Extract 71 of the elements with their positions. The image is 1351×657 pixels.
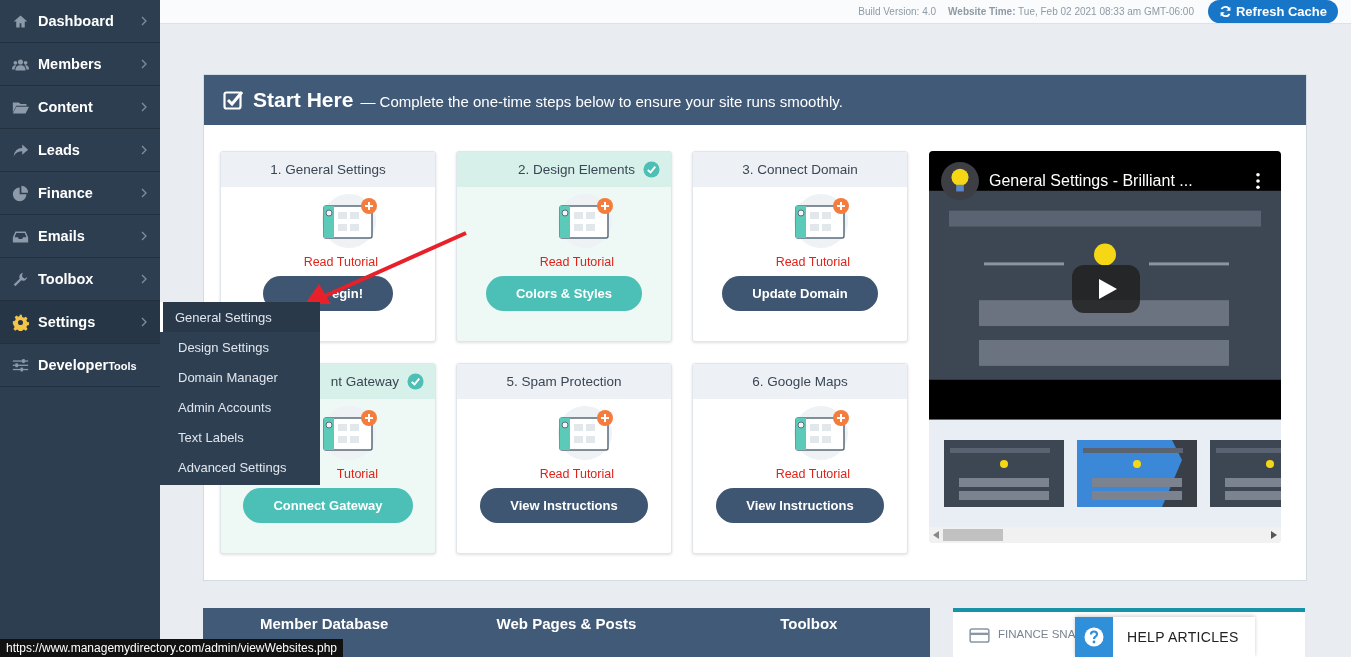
step-button[interactable]: Update Domain xyxy=(722,276,878,311)
refresh-icon xyxy=(1218,5,1232,18)
submenu-item[interactable]: Domain Manager xyxy=(160,362,320,392)
read-tutorial-link[interactable]: Tutorial xyxy=(336,467,378,481)
sidebar-item[interactable]: Members xyxy=(0,43,160,86)
play-icon[interactable] xyxy=(1072,265,1140,313)
check-circle-icon xyxy=(407,373,424,390)
sidebar-item[interactable]: Leads xyxy=(0,129,160,172)
read-tutorial-link[interactable]: Read Tutorial xyxy=(303,255,378,269)
step-title: 6. Google Maps xyxy=(752,374,848,389)
credit-card-icon xyxy=(969,628,990,643)
wrench-icon xyxy=(12,270,29,288)
submenu-item[interactable]: Design Settings xyxy=(160,332,320,362)
video-title[interactable]: General Settings - Brilliant ... xyxy=(989,172,1245,190)
help-icon xyxy=(1084,627,1104,647)
read-tutorial-link[interactable]: Read Tutorial xyxy=(775,255,850,269)
step-title: 2. Design Elements xyxy=(517,162,635,177)
scroll-thumb[interactable] xyxy=(943,529,1003,542)
sidebar-item[interactable]: Settings xyxy=(0,301,160,344)
sidebar-item[interactable]: Finance xyxy=(0,172,160,215)
illustration-drawing xyxy=(558,406,614,460)
submenu-item[interactable]: Advanced Settings xyxy=(160,452,320,482)
illustration-drawing xyxy=(322,406,378,460)
panel-subtitle: — Complete the one-time steps below to ensure your site runs smoothly. xyxy=(360,93,843,110)
read-tutorial-link[interactable]: Read Tutorial xyxy=(775,467,850,481)
help-articles-button[interactable]: HELP ARTICLES xyxy=(1075,617,1255,657)
chevron-icon xyxy=(140,58,148,70)
finance-title: FINANCE SNA xyxy=(998,628,1076,640)
read-tutorial-link[interactable]: Read Tutorial xyxy=(539,467,614,481)
refresh-cache-button[interactable]: Refresh Cache xyxy=(1207,0,1338,23)
scroll-right-icon[interactable] xyxy=(1271,531,1277,540)
panel-title: Start Here xyxy=(253,88,354,112)
illustration-drawing xyxy=(794,406,850,460)
chevron-icon xyxy=(140,144,148,156)
chevron-icon xyxy=(140,316,148,328)
chevron-icon xyxy=(140,273,148,285)
step-button[interactable]: View Instructions xyxy=(480,488,648,523)
chevron-icon xyxy=(140,187,148,199)
step-title: 3. Connect Domain xyxy=(742,162,858,177)
read-tutorial-link[interactable]: Read Tutorial xyxy=(539,255,614,269)
section-tab[interactable]: Web Pages & Posts xyxy=(445,608,688,633)
section-tab[interactable]: Member Database xyxy=(203,608,446,633)
submenu-item[interactable]: Text Labels xyxy=(160,422,320,452)
step-title: nt Gateway xyxy=(330,374,399,389)
step-button[interactable]: View Instructions xyxy=(716,488,884,523)
section-tab[interactable]: Toolbox xyxy=(687,608,930,633)
submenu-item[interactable]: General Settings xyxy=(160,302,320,332)
illustration-drawing xyxy=(794,194,850,248)
checkbox-icon xyxy=(223,90,243,110)
chevron-icon xyxy=(140,15,148,27)
submenu-item[interactable]: Admin Accounts xyxy=(160,392,320,422)
step-title: 1. General Settings xyxy=(270,162,386,177)
more-options-icon[interactable] xyxy=(1255,172,1261,190)
horizontal-scrollbar[interactable] xyxy=(929,527,1281,543)
build-version: Build Version: 4.0 xyxy=(858,6,937,17)
chevron-icon xyxy=(140,101,148,113)
status-url: https://www.managemydirectory.com/admin/viewWebsites.php xyxy=(0,639,344,657)
sidebar-item[interactable]: Dashboard xyxy=(0,0,160,43)
illustration-drawing xyxy=(558,194,614,248)
pie-icon xyxy=(12,184,29,202)
illustration-drawing xyxy=(322,194,378,248)
chevron-icon xyxy=(140,230,148,242)
sidebar-item[interactable]: Content xyxy=(0,86,160,129)
step-title: 5. Spam Protection xyxy=(506,374,622,389)
channel-logo-icon[interactable] xyxy=(941,162,979,200)
sliders-icon xyxy=(12,356,29,374)
scroll-left-icon[interactable] xyxy=(933,531,939,540)
gear-icon xyxy=(12,313,29,331)
check-circle-icon xyxy=(643,161,660,178)
website-time: Website Time: Tue, Feb 02 2021 08:33 am GMT-06:00 xyxy=(948,6,1194,17)
sidebar-item[interactable]: Emails xyxy=(0,215,160,258)
